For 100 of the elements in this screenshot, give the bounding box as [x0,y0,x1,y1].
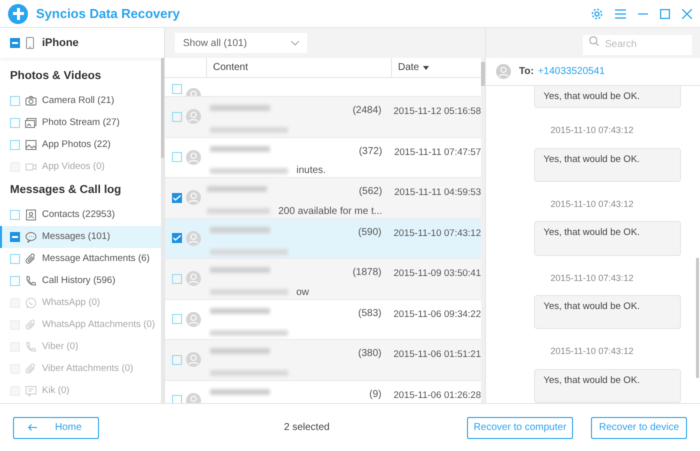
window-title: Syncios Data Recovery [36,4,180,23]
message-count: (590) [358,226,382,240]
table-row[interactable]: (1878) ow 2015-11-09 03:50:41 [165,259,481,300]
message-count: (372) [358,144,382,158]
paperclip-icon [25,363,37,375]
phone-icon [25,341,37,353]
recipient-label: To: [519,65,534,79]
blurred-text [210,388,270,394]
sidebar-item[interactable]: Message Attachments (6) [0,248,161,270]
timestamp: 2015-11-10 07:43:12 [550,124,634,138]
blurred-text [210,105,270,111]
checkbox[interactable] [172,152,182,162]
scrollbar-thumb[interactable] [481,62,485,86]
sidebar-item[interactable]: Contacts (22953) [0,204,161,226]
avatar-icon [186,392,201,403]
message-bubble: Yes, that would be OK. [534,86,680,108]
sidebar-item[interactable]: Camera Roll (21) [0,90,161,112]
checkbox[interactable] [172,192,182,203]
checkbox[interactable] [172,84,182,94]
checkbox[interactable] [10,140,20,150]
speech-box-icon [25,385,37,397]
scrollbar-thumb[interactable] [161,58,164,158]
search-field[interactable]: Search [583,34,692,54]
avatar-icon [496,64,511,79]
avatar-icon [186,312,201,327]
close-icon[interactable] [682,8,692,18]
chat-bubble-icon [25,231,37,243]
blurred-text [207,208,270,214]
phone-icon [25,275,37,287]
contact-icon [25,209,37,221]
message-bubble: Yes, that would be OK. [534,368,680,403]
table-row[interactable]: (583) 2015-11-06 09:34:22 [165,300,481,340]
table-row[interactable]: (9) 2015-11-06 01:26:28 [165,380,481,403]
chevron-icon [291,40,299,46]
menu-icon[interactable] [615,8,626,18]
search-icon [589,36,599,46]
settings-icon[interactable] [591,8,603,20]
app-logo-icon [8,4,28,24]
paperclip-icon [25,319,37,331]
blurred-text [207,186,268,192]
camera-icon [25,95,37,107]
blurred-text [210,308,270,314]
table-row[interactable]: (380) 2015-11-06 01:51:21 [165,340,481,380]
table-cell: 2015-11-11 04:59:53 [394,187,481,198]
checkbox[interactable] [172,274,182,284]
checkbox[interactable] [10,210,20,220]
table-cell: 2015-11-06 01:51:21 [393,349,481,360]
message-bubble: Yes, that would be OK. [534,221,680,256]
message-count: (380) [358,347,382,361]
checkbox[interactable] [172,354,182,365]
avatar-icon [186,150,201,165]
sort-down-icon[interactable] [423,66,430,70]
checkbox[interactable] [10,232,20,242]
avatar-icon [186,190,201,206]
sidebar-item[interactable]: Messages (101) [0,226,161,248]
section-heading: Messages & Call log [9,183,122,198]
maximize-icon[interactable] [660,8,670,18]
sidebar-item[interactable]: App Photos (22) [0,134,161,156]
checkbox[interactable] [10,118,20,128]
table-cell: 2015-11-06 09:34:22 [393,308,481,320]
blurred-text [210,226,270,232]
checkbox[interactable] [10,38,20,48]
timestamp: 2015-11-10 07:43:12 [550,272,634,285]
table-cell: 2015-11-09 03:50:41 [393,268,481,279]
message-bubble: Yes, that would be OK. [534,148,680,182]
table-row[interactable]: (562) 200 available for me t... 2015-11-11 04:59:53 [165,178,481,218]
table-row[interactable]: (2484) 2015-11-12 05:16:58 [165,97,481,138]
timestamp: 2015-11-10 07:43:12 [550,345,634,358]
checkbox[interactable] [172,233,182,244]
checkbox[interactable] [10,96,20,106]
avatar-icon [186,352,201,368]
image-icon [25,139,37,151]
message-bubble: Yes, that would be OK. [534,295,680,330]
checkbox[interactable] [10,276,20,286]
scrollbar-thumb[interactable] [696,258,699,378]
table-row[interactable]: (590) 2015-11-10 07:43:12 [165,218,481,259]
photos-icon [25,117,37,129]
checkbox[interactable] [172,395,182,403]
sidebar-item[interactable]: Photo Stream (27) [0,112,161,134]
table-cell: 2015-11-11 07:47:57 [394,146,481,158]
paperclip-icon [25,253,37,265]
filter-dropdown[interactable]: Show all (101) [175,33,307,53]
message-preview: 200 available for me t... [278,204,382,218]
checkbox[interactable] [172,112,182,122]
blurred-text [210,267,270,273]
phone-icon [26,37,34,49]
column-header[interactable]: Content [213,60,248,75]
avatar-icon [186,109,201,124]
checkbox[interactable] [172,314,182,324]
table-row[interactable]: (372) inutes. 2015-11-11 07:47:57 [165,138,481,178]
table-cell: 2015-11-06 01:26:28 [393,390,481,400]
column-header[interactable]: Date [398,60,420,75]
table-cell: 2015-11-10 07:43:12 [393,228,481,238]
back-arrow-icon [28,424,37,431]
device-name[interactable]: iPhone [42,34,79,52]
sidebar-item[interactable]: Call History (596) [0,270,161,292]
checkbox[interactable] [10,254,20,264]
blurred-text [210,146,270,152]
avatar-icon [186,230,201,246]
timestamp: 2015-11-10 07:43:12 [550,198,634,211]
